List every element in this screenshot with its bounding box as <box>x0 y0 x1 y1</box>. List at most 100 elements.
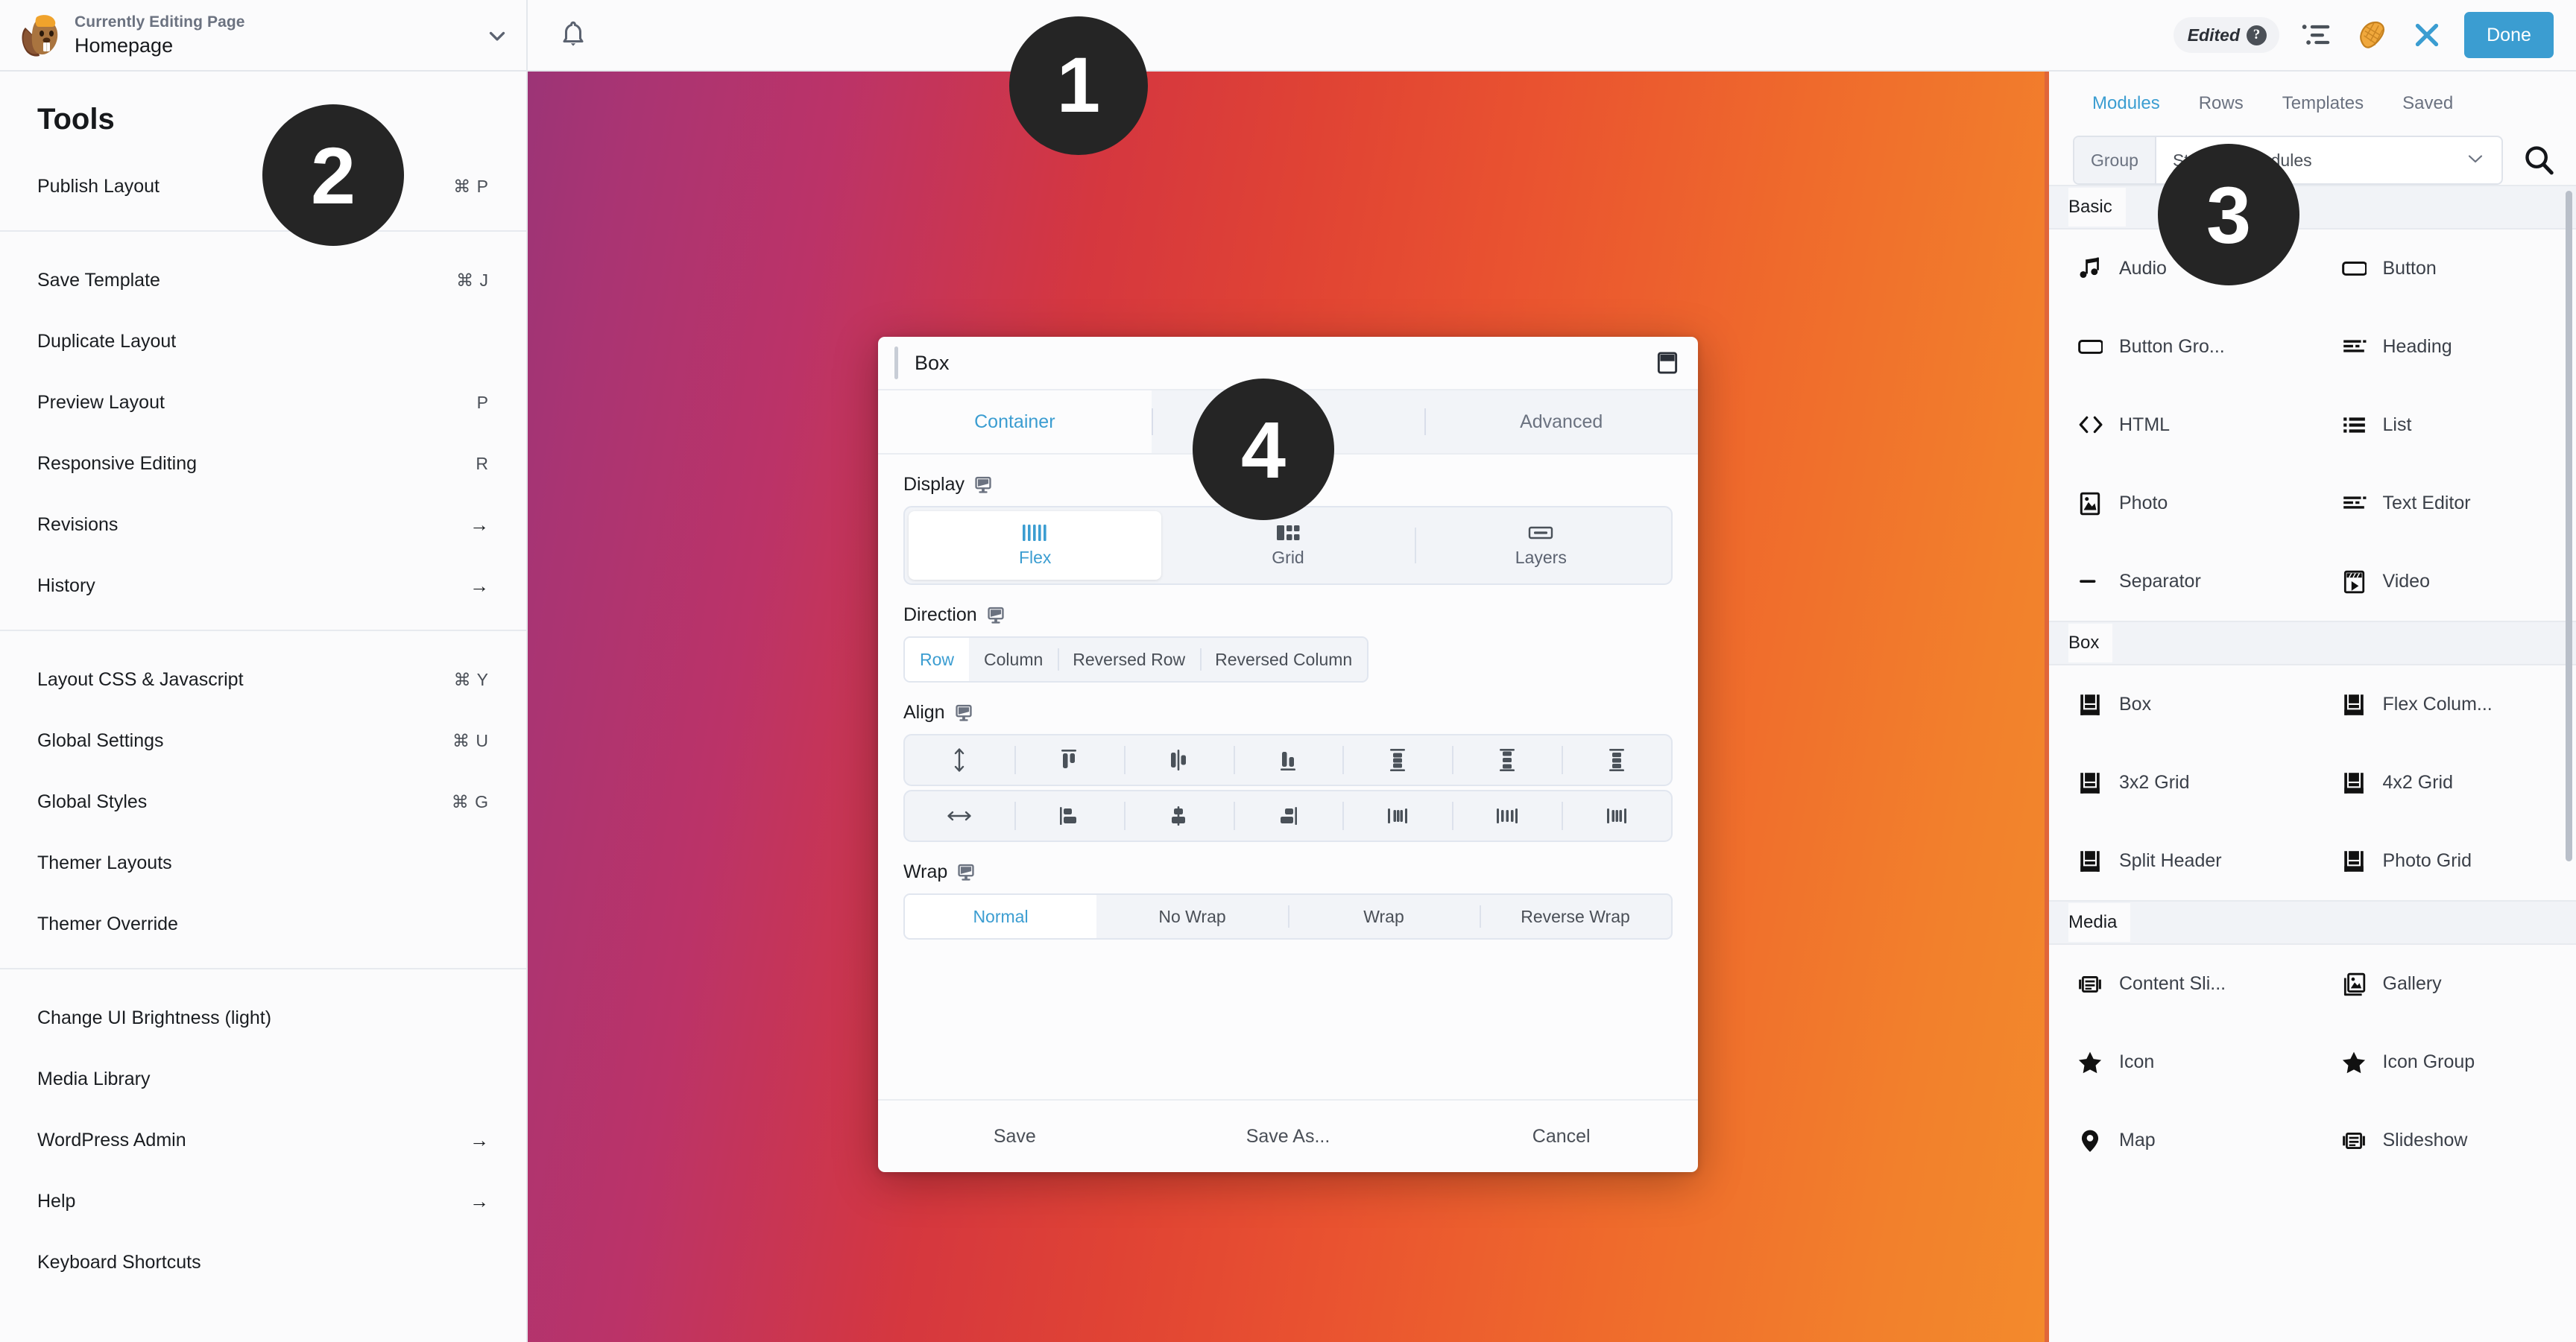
align-space-between-horizontal-button[interactable] <box>1342 791 1452 841</box>
edited-status-badge[interactable]: Edited ? <box>2173 17 2279 53</box>
cancel-button[interactable]: Cancel <box>1424 1126 1698 1148</box>
done-button[interactable]: Done <box>2464 12 2554 58</box>
save-as-button[interactable]: Save As... <box>1152 1126 1425 1148</box>
module-item-html[interactable]: HTML <box>2049 386 2313 464</box>
builder-tools-button[interactable] <box>2354 17 2390 53</box>
sidebar-item-label: Global Settings <box>37 729 164 751</box>
monitor-icon[interactable] <box>973 475 993 495</box>
align-space-evenly-vertical-button[interactable] <box>1562 735 1671 785</box>
align-stretch-vertical-button[interactable] <box>905 735 1014 785</box>
sidebar-item-themer-layouts[interactable]: Themer Layouts <box>0 832 526 893</box>
sidebar-item-layout-css-javascript[interactable]: Layout CSS & Javascript ⌘ Y <box>0 649 526 710</box>
align-space-between-vertical-button[interactable] <box>1342 735 1452 785</box>
module-item-map[interactable]: Map <box>2049 1101 2313 1180</box>
sidebar-item-revisions[interactable]: Revisions → <box>0 494 526 555</box>
notifications-button[interactable] <box>528 0 619 70</box>
sidebar-item-change-ui-brightness-light[interactable]: Change UI Brightness (light) <box>0 987 526 1048</box>
module-item-text-editor[interactable]: Text Editor <box>2313 464 2576 542</box>
module-item-icon-group[interactable]: Icon Group <box>2313 1023 2576 1101</box>
expand-panel-icon[interactable] <box>1656 351 1679 375</box>
module-list-scroll-area[interactable]: Basic Audio Button Button Gro... Heading HTML… <box>2049 185 2576 1317</box>
outline-panel-button[interactable] <box>2299 17 2334 53</box>
module-item-3x2-grid[interactable]: 3x2 Grid <box>2049 744 2313 822</box>
module-item-photo[interactable]: Photo <box>2049 464 2313 542</box>
direction-option-reversed-column[interactable]: Reversed Column <box>1200 638 1367 681</box>
sidebar-group: Layout CSS & Javascript ⌘ Y Global Setting… <box>0 630 526 968</box>
module-item-slideshow[interactable]: Slideshow <box>2313 1101 2576 1180</box>
align-space-around-horizontal-button[interactable] <box>1452 791 1562 841</box>
direction-option-reversed-row[interactable]: Reversed Row <box>1058 638 1200 681</box>
tab-templates[interactable]: Templates <box>2263 72 2383 136</box>
sidebar-item-global-styles[interactable]: Global Styles ⌘ G <box>0 771 526 832</box>
sidebar-item-keyboard-shortcuts[interactable]: Keyboard Shortcuts <box>0 1232 526 1293</box>
module-item-gallery[interactable]: Gallery <box>2313 945 2576 1023</box>
sidebar-item-shortcut: ⌘ U <box>452 730 489 750</box>
align-stretch-horizontal-button[interactable] <box>905 791 1014 841</box>
module-item-content-sli[interactable]: Content Sli... <box>2049 945 2313 1023</box>
tab-rows[interactable]: Rows <box>2179 72 2263 136</box>
direction-option-row[interactable]: Row <box>905 638 970 681</box>
align-middle-button[interactable] <box>1123 735 1234 785</box>
module-item-separator[interactable]: Separator <box>2049 542 2313 621</box>
module-item-button-gro[interactable]: Button Gro... <box>2049 308 2313 386</box>
align-center-button[interactable] <box>1123 791 1234 841</box>
align-space-evenly-horizontal-icon <box>1606 808 1626 823</box>
monitor-icon[interactable] <box>956 863 976 882</box>
sidebar-item-global-settings[interactable]: Global Settings ⌘ U <box>0 710 526 771</box>
wrap-option-no-wrap[interactable]: No Wrap <box>1096 895 1288 938</box>
module-item-label: HTML <box>2119 414 2171 435</box>
help-question-icon[interactable]: ? <box>2247 25 2267 45</box>
sidebar-item-preview-layout[interactable]: Preview Layout P <box>0 372 526 433</box>
sidebar-item-responsive-editing[interactable]: Responsive Editing R <box>0 433 526 494</box>
sidebar-menu: Publish Layout ⌘ P Save Template ⌘ J Duplica… <box>0 156 526 1306</box>
display-option-grid[interactable]: Grid <box>1161 511 1414 580</box>
sidebar-item-themer-override[interactable]: Themer Override <box>0 893 526 955</box>
current-page-selector[interactable]: Currently Editing Page Homepage <box>0 0 528 72</box>
wrap-option-wrap[interactable]: Wrap <box>1288 895 1480 938</box>
align-space-around-vertical-button[interactable] <box>1452 735 1562 785</box>
module-item-heading[interactable]: Heading <box>2313 308 2576 386</box>
dialog-tab-container[interactable]: Container <box>878 390 1152 453</box>
module-item-box[interactable]: Box <box>2049 665 2313 744</box>
module-item-split-header[interactable]: Split Header <box>2049 822 2313 900</box>
module-item-photo-grid[interactable]: Photo Grid <box>2313 822 2576 900</box>
module-item-video[interactable]: Video <box>2313 542 2576 621</box>
direction-option-column[interactable]: Column <box>969 638 1058 681</box>
dialog-tab-advanced[interactable]: Advanced <box>1424 390 1698 453</box>
dialog-footer: Save Save As... Cancel <box>878 1099 1698 1172</box>
sidebar-item-media-library[interactable]: Media Library <box>0 1048 526 1110</box>
display-option-layers[interactable]: Layers <box>1414 511 1667 580</box>
wrap-option-reverse-wrap[interactable]: Reverse Wrap <box>1480 895 1671 938</box>
tab-modules[interactable]: Modules <box>2073 72 2179 136</box>
module-list-scrollbar[interactable] <box>2566 191 2572 861</box>
monitor-icon[interactable] <box>986 606 1006 625</box>
module-item-button[interactable]: Button <box>2313 230 2576 308</box>
align-bottom-button[interactable] <box>1233 735 1343 785</box>
submenu-arrow-icon: → <box>470 1128 489 1151</box>
module-item-list[interactable]: List <box>2313 386 2576 464</box>
align-left-button[interactable] <box>1014 791 1124 841</box>
module-item-flex-colum[interactable]: Flex Colum... <box>2313 665 2576 744</box>
sidebar-item-help[interactable]: Help → <box>0 1171 526 1232</box>
submenu-arrow-icon: → <box>470 574 489 597</box>
monitor-icon[interactable] <box>954 703 973 723</box>
align-top-button[interactable] <box>1014 735 1124 785</box>
display-option-flex[interactable]: Flex <box>909 511 1162 580</box>
sidebar-item-save-template[interactable]: Save Template ⌘ J <box>0 250 526 311</box>
dialog-drag-handle[interactable] <box>894 346 898 379</box>
sidebar-item-history[interactable]: History → <box>0 555 526 616</box>
align-space-evenly-horizontal-button[interactable] <box>1562 791 1671 841</box>
save-button[interactable]: Save <box>878 1126 1152 1148</box>
module-item-icon[interactable]: Icon <box>2049 1023 2313 1101</box>
module-item-4x2-grid[interactable]: 4x2 Grid <box>2313 744 2576 822</box>
close-builder-button[interactable] <box>2409 17 2445 53</box>
wrap-option-normal[interactable]: Normal <box>905 895 1096 938</box>
module-search-button[interactable] <box>2518 139 2560 181</box>
sidebar-item-duplicate-layout[interactable]: Duplicate Layout <box>0 311 526 372</box>
sidebar-item-label: Global Styles <box>37 791 148 812</box>
align-right-button[interactable] <box>1233 791 1343 841</box>
display-option-layers-label: Layers <box>1515 548 1567 567</box>
tab-saved[interactable]: Saved <box>2383 72 2472 136</box>
sidebar-item-wordpress-admin[interactable]: WordPress Admin → <box>0 1110 526 1171</box>
music-note-icon <box>2077 256 2103 282</box>
